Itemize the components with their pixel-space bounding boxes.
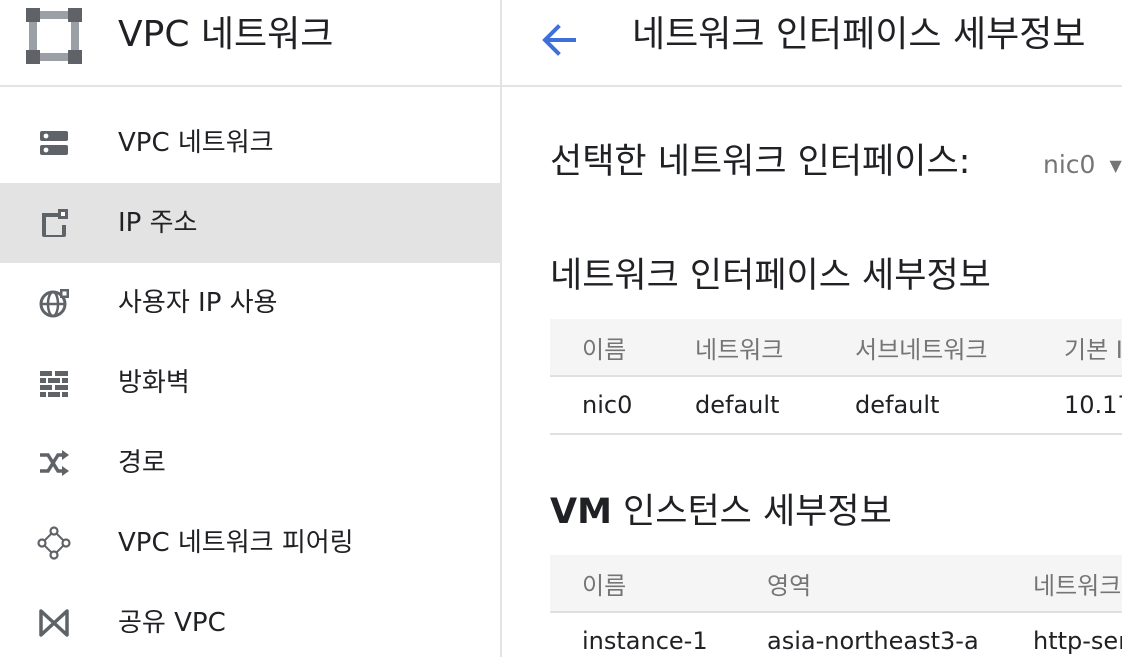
sidebar-item-label: 사용자 IP 사용 (118, 288, 278, 318)
sidebar-item-byoip[interactable]: 사용자 IP 사용 (0, 263, 500, 343)
sidebar-item-label: 경로 (118, 448, 166, 478)
table-cell: default (663, 376, 823, 435)
vm-section-title: VM 인스턴스 세부정보 (550, 488, 892, 536)
vm-section-title-bold: VM (550, 492, 612, 532)
column-header: 기본 I (1032, 319, 1122, 377)
column-header: 이름 (550, 319, 663, 377)
peering-icon (37, 526, 71, 560)
globe-icon (39, 289, 69, 318)
table-cell: http-ser (1001, 612, 1122, 657)
caret-down-icon: ▼ (1109, 156, 1122, 175)
sidebar-item-label: VPC 네트워크 (118, 128, 274, 158)
column-header: 네트워크 (663, 319, 823, 377)
main-content: 네트워크 인터페이스 세부정보 선택한 네트워크 인터페이스: nic0 ▼ 네트… (502, 0, 1122, 657)
sidebar-item-ip-address[interactable]: IP 주소 (0, 183, 500, 263)
nic-selector-dropdown[interactable]: nic0 ▼ (1043, 148, 1122, 183)
table-cell: 10.17 (1032, 376, 1122, 435)
table-cell: asia-northeast3-a (735, 612, 1001, 657)
sidebar-item-vpc-peering[interactable]: VPC 네트워크 피어링 (0, 503, 500, 583)
sidebar-item-label: VPC 네트워크 피어링 (118, 528, 354, 558)
ip-address-icon (42, 209, 68, 237)
table-row: instance-1 asia-northeast3-a http-ser (550, 612, 1122, 657)
sidebar-item-label: IP 주소 (118, 208, 198, 238)
sidebar-item-label: 공유 VPC (118, 608, 226, 638)
table-header-row: 이름 네트워크 서브네트워크 기본 I (550, 319, 1122, 377)
vm-section-title-rest: 인스턴스 세부정보 (611, 492, 892, 532)
nic-details-table: 이름 네트워크 서브네트워크 기본 I nic0 default default… (550, 319, 1122, 435)
table-cell[interactable]: instance-1 (550, 612, 735, 657)
sidebar-item-vpc-network[interactable]: VPC 네트워크 (0, 103, 500, 183)
vpc-network-icon (40, 131, 68, 155)
sidebar-item-label: 방화벽 (118, 368, 190, 398)
column-header: 이름 (550, 555, 735, 613)
routes-icon (40, 450, 69, 476)
app-window: VPC 네트워크 VPC 네트워크 IP 주소 사용자 IP 사용 방화벽 경로… (0, 0, 1122, 657)
sidebar-header: VPC 네트워크 (0, 0, 500, 87)
page-title: 네트워크 인터페이스 세부정보 (632, 14, 1086, 55)
sidebar-item-shared-vpc[interactable]: 공유 VPC (0, 583, 500, 657)
sidebar: VPC 네트워크 VPC 네트워크 IP 주소 사용자 IP 사용 방화벽 경로… (0, 0, 502, 657)
sidebar-item-firewall[interactable]: 방화벽 (0, 343, 500, 423)
shared-vpc-icon (39, 609, 69, 637)
column-header: 서브네트워크 (823, 319, 1032, 377)
page-header: 네트워크 인터페이스 세부정보 (502, 0, 1122, 87)
table-row: nic0 default default 10.17 (550, 376, 1122, 435)
column-header: 네트워크 (1001, 555, 1122, 613)
vm-details-table: 이름 영역 네트워크 instance-1 asia-northeast3-a … (550, 555, 1122, 657)
column-header: 영역 (735, 555, 1001, 613)
arrow-back-icon[interactable] (536, 18, 584, 62)
nic-selector-value: nic0 (1043, 150, 1096, 179)
table-cell: nic0 (550, 376, 663, 435)
nic-section-title: 네트워크 인터페이스 세부정보 (550, 256, 991, 296)
product-title: VPC 네트워크 (118, 14, 334, 55)
nic-selector-label: 선택한 네트워크 인터페이스: (550, 142, 971, 182)
vpc-product-logo-icon (26, 8, 82, 64)
sidebar-nav: VPC 네트워크 IP 주소 사용자 IP 사용 방화벽 경로 VPC 네트워크… (0, 103, 500, 657)
table-cell: default (823, 376, 1032, 435)
nic-selector-row: 선택한 네트워크 인터페이스: nic0 ▼ (550, 138, 1122, 186)
firewall-icon (40, 371, 68, 397)
table-header-row: 이름 영역 네트워크 (550, 555, 1122, 613)
sidebar-item-routes[interactable]: 경로 (0, 423, 500, 503)
